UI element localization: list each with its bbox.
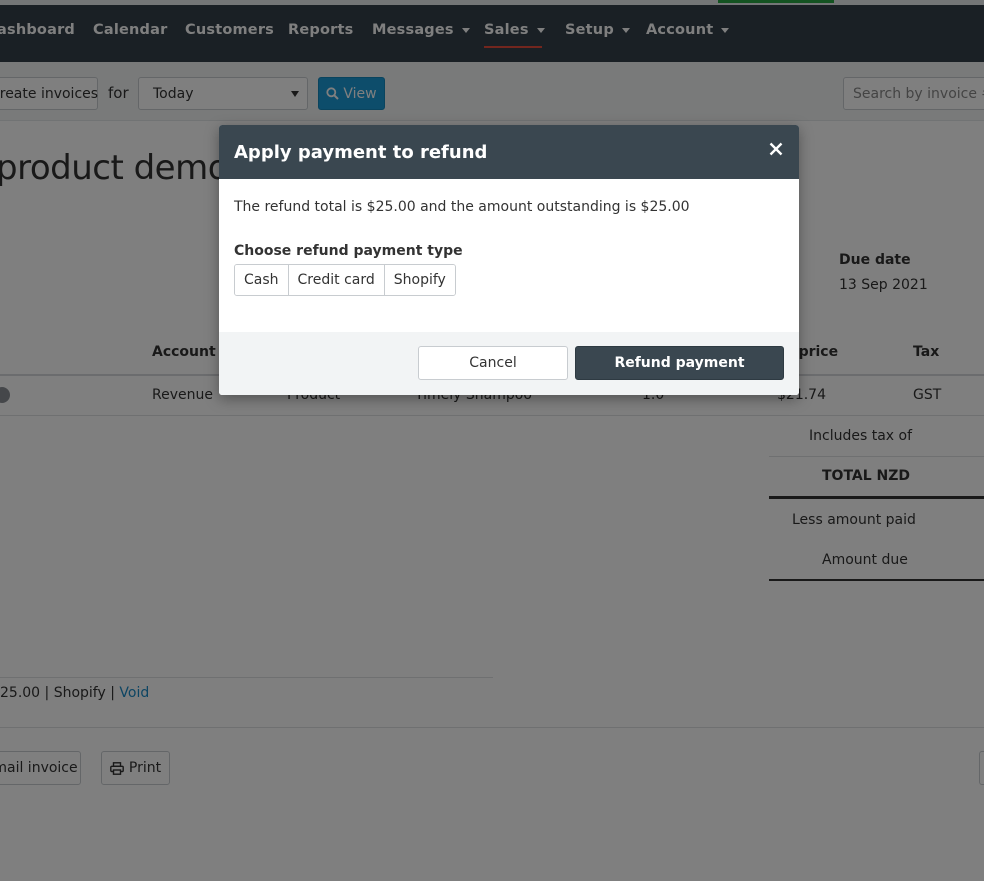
cancel-button[interactable]: Cancel <box>418 346 568 380</box>
payment-type-cash[interactable]: Cash <box>235 265 288 295</box>
modal-footer: Cancel Refund payment <box>219 332 799 395</box>
modal-header: Apply payment to refund <box>219 125 799 179</box>
close-icon[interactable] <box>765 138 787 160</box>
payment-type-group: Cash Credit card Shopify <box>234 264 456 296</box>
modal-title: Apply payment to refund <box>234 142 488 163</box>
refund-payment-modal: Apply payment to refund The refund total… <box>219 125 799 395</box>
payment-type-shopify[interactable]: Shopify <box>383 265 455 295</box>
payment-type-credit-card[interactable]: Credit card <box>287 265 384 295</box>
refund-summary-text: The refund total is $25.00 and the amoun… <box>234 199 690 215</box>
refund-payment-button[interactable]: Refund payment <box>575 346 784 380</box>
payment-type-label: Choose refund payment type <box>234 243 463 259</box>
